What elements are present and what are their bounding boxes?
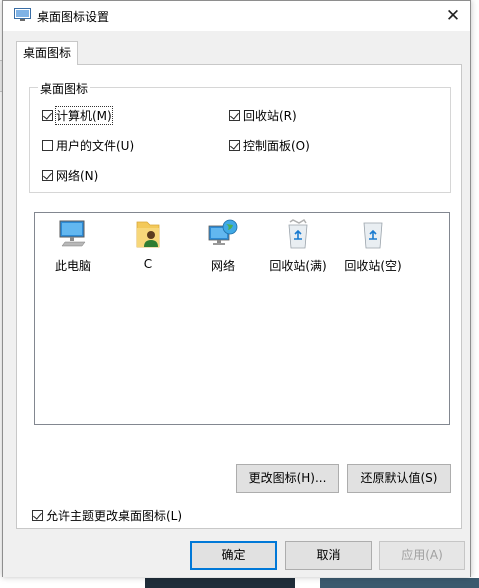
restore-default-button[interactable]: 还原默认值(S)	[347, 464, 451, 493]
cancel-button[interactable]: 取消	[285, 541, 372, 570]
checkbox-network-box[interactable]	[42, 169, 53, 181]
icon-item-recycle-bin-empty[interactable]: 回收站(空)	[337, 217, 409, 274]
icon-item-recycle-bin-full[interactable]: 回收站(满)	[262, 217, 334, 274]
checkbox-user-files-box[interactable]	[42, 139, 53, 151]
change-icon-button[interactable]: 更改图标(H)...	[236, 464, 339, 493]
tab-label: 桌面图标	[22, 46, 71, 60]
checkbox-recycle-bin-box[interactable]	[229, 109, 240, 121]
desktop-icon-settings-dialog: 桌面图标设置 ✕ 桌面图标 桌面图标 计算机(M) 回收站(R) 用户的文件(U…	[2, 0, 471, 577]
close-button[interactable]: ✕	[436, 1, 470, 31]
close-icon: ✕	[445, 6, 461, 26]
icon-item-this-pc[interactable]: 此电脑	[37, 217, 109, 274]
icon-caption: 回收站(满)	[269, 259, 327, 273]
checkbox-control-panel-label: 控制面板(O)	[243, 138, 310, 153]
recycle-bin-empty-icon	[363, 222, 383, 249]
network-icon	[208, 219, 238, 245]
checkbox-control-panel-box[interactable]	[229, 139, 240, 151]
checkbox-control-panel[interactable]: 控制面板(O)	[229, 137, 310, 153]
tab-panel: 桌面图标 计算机(M) 回收站(R) 用户的文件(U) 控制面板(O) 网络(N…	[16, 64, 462, 529]
checkbox-allow-themes-box[interactable]	[32, 509, 43, 521]
background-desktop-strip	[0, 578, 479, 588]
icon-list-view[interactable]: 此电脑 C 网络 回收站(满) 回收站(空)	[34, 212, 450, 425]
checkbox-user-files-label: 用户的文件(U)	[56, 138, 135, 153]
checkbox-computer-label: 计算机(M)	[55, 105, 113, 125]
background-taskbar-photo	[320, 578, 479, 588]
title-bar[interactable]: 桌面图标设置 ✕	[3, 1, 470, 31]
user-folder-icon	[136, 221, 160, 248]
background-taskbar-dark	[145, 578, 295, 588]
checkbox-network[interactable]: 网络(N)	[42, 167, 98, 183]
ok-button[interactable]: 确定	[190, 541, 277, 570]
checkbox-recycle-bin[interactable]: 回收站(R)	[229, 107, 297, 123]
checkbox-computer[interactable]: 计算机(M)	[42, 105, 113, 125]
recycle-bin-full-icon	[288, 218, 308, 249]
icon-caption: 此电脑	[54, 259, 91, 273]
checkbox-allow-themes-label: 允许主题更改桌面图标(L)	[46, 508, 183, 523]
computer-icon	[59, 220, 86, 247]
apply-button[interactable]: 应用(A)	[379, 541, 465, 570]
checkbox-recycle-bin-label: 回收站(R)	[243, 108, 297, 123]
desktop-icons-groupbox: 桌面图标 计算机(M) 回收站(R) 用户的文件(U) 控制面板(O) 网络(N…	[29, 80, 451, 193]
dialog-body: 桌面图标 桌面图标 计算机(M) 回收站(R) 用户的文件(U) 控制面板(O)…	[3, 31, 470, 577]
tab-desktop-icons[interactable]: 桌面图标	[16, 41, 78, 65]
checkbox-network-label: 网络(N)	[56, 168, 99, 183]
checkbox-computer-box[interactable]	[42, 109, 53, 121]
checkbox-allow-themes[interactable]: 允许主题更改桌面图标(L)	[32, 507, 182, 523]
icon-caption: C	[143, 257, 153, 271]
icon-item-user-folder[interactable]: C	[112, 217, 184, 271]
icon-item-network[interactable]: 网络	[187, 217, 259, 274]
display-settings-icon	[14, 8, 31, 21]
checkbox-user-files[interactable]: 用户的文件(U)	[42, 137, 134, 153]
window-title: 桌面图标设置	[37, 10, 110, 24]
groupbox-legend: 桌面图标	[38, 80, 91, 97]
icon-caption: 回收站(空)	[344, 259, 402, 273]
icon-caption: 网络	[210, 259, 235, 273]
